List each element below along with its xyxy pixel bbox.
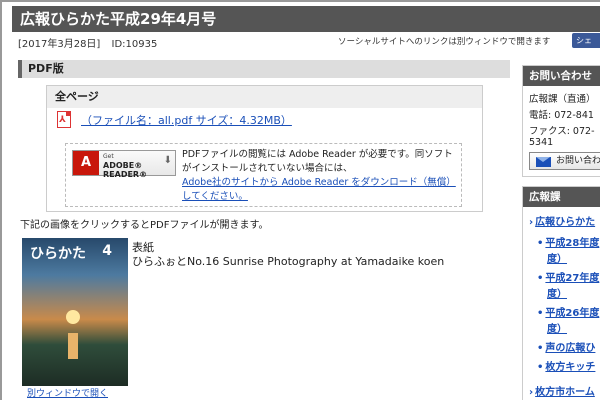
contact-heading: お問い合わせ [523,66,600,86]
page-frame: 広報ひらかた平成29年4月号 [2017年3月28日] ID:10935 ソーシ… [0,0,600,400]
article-meta: [2017年3月28日] ID:10935 [18,35,165,50]
contact-phone: 電話: 072-841 [529,110,594,121]
sun-reflection-graphic [68,333,78,359]
click-instruction: 下記の画像をクリックするとPDFファイルが開きます。 [20,220,269,231]
section-nav-heading: 広報課 [523,187,600,207]
contact-dept: 広報課（直通） [529,94,596,105]
contact-fax-continued: 5341 [529,137,554,148]
pdf-download-box: 全ページ ⅄ （ファイル名：all.pdf サイズ：4.32MB） A Get … [46,85,483,212]
sun-graphic [66,310,80,324]
nav-item-koho-hirakata[interactable]: 広報ひらかた [529,213,595,228]
open-new-window-link[interactable]: 別ウィンドウで開く [27,386,108,399]
publish-date: [2017年3月28日] [18,39,101,50]
contact-fax: ファクス: 072- [529,126,595,137]
nav-item-h28[interactable]: 平成28年度 [537,234,599,249]
adobe-reader-message: PDFファイルの閲覧には Adobe Reader が必要です。同ソフトがインス… [182,149,453,174]
get-adobe-reader-button[interactable]: A Get ADOBE® READER® ⬇ [72,150,176,179]
cover-issue-number: 4 [102,243,112,259]
all-pages-heading: 全ページ [47,86,482,108]
cover-logo: ひらかた [30,246,86,262]
adobe-logo-icon: A [73,151,99,175]
pdf-file-row[interactable]: ⅄ （ファイル名：all.pdf サイズ：4.32MB） [57,111,292,128]
nav-item-hirakata-kitchen[interactable]: 枚方キッチ [537,358,595,373]
nav-item-city-homepage[interactable]: 枚方市ホーム [529,383,595,398]
adobe-download-link[interactable]: Adobe社のサイトから Adobe Reader をダウンロード（無償）してく… [182,177,456,202]
adobe-reader-text: PDFファイルの閲覧には Adobe Reader が必要です。同ソフトがインス… [182,148,458,204]
nav-item-h28-continued[interactable]: 度） [547,250,567,265]
pdf-section-heading: PDF版 [18,60,510,78]
adobe-get-label: Get [103,153,114,160]
cover-description: ひらふぉとNo.16 Sunrise Photography at Yamada… [132,255,445,268]
nav-item-h27-continued[interactable]: 度） [547,285,567,300]
article-id: ID:10935 [111,39,158,50]
download-arrow-icon: ⬇ [163,155,172,166]
inquiry-button[interactable]: お問い合わせ [529,152,600,170]
nav-item-voice-koho[interactable]: 声の広報ひ [537,339,595,354]
nav-item-h27[interactable]: 平成27年度 [537,269,599,284]
nav-item-h26[interactable]: 平成26年度 [537,304,599,319]
social-note: ソーシャルサイトへのリンクは別ウィンドウで開きます [338,37,551,47]
contact-box: お問い合わせ 広報課（直通） 電話: 072-841 ファクス: 072- 53… [522,65,600,177]
page-title: 広報ひらかた平成29年4月号 [12,6,600,32]
section-nav-box: 広報課 広報ひらかた 平成28年度 度） 平成27年度 度） 平成26年度 度）… [522,186,600,400]
mail-icon [536,157,551,167]
pdf-file-link[interactable]: （ファイル名：all.pdf サイズ：4.32MB） [81,112,292,128]
adobe-reader-notice: A Get ADOBE® READER® ⬇ PDFファイルの閲覧には Adob… [65,143,462,207]
inquiry-button-label: お問い合わせ [556,156,600,166]
pdf-file-icon: ⅄ [57,111,71,128]
facebook-share-button[interactable]: シェ [572,33,600,48]
nav-item-h26-continued[interactable]: 度） [547,320,567,335]
cover-thumbnail[interactable]: ひらかた 4 [22,238,128,386]
